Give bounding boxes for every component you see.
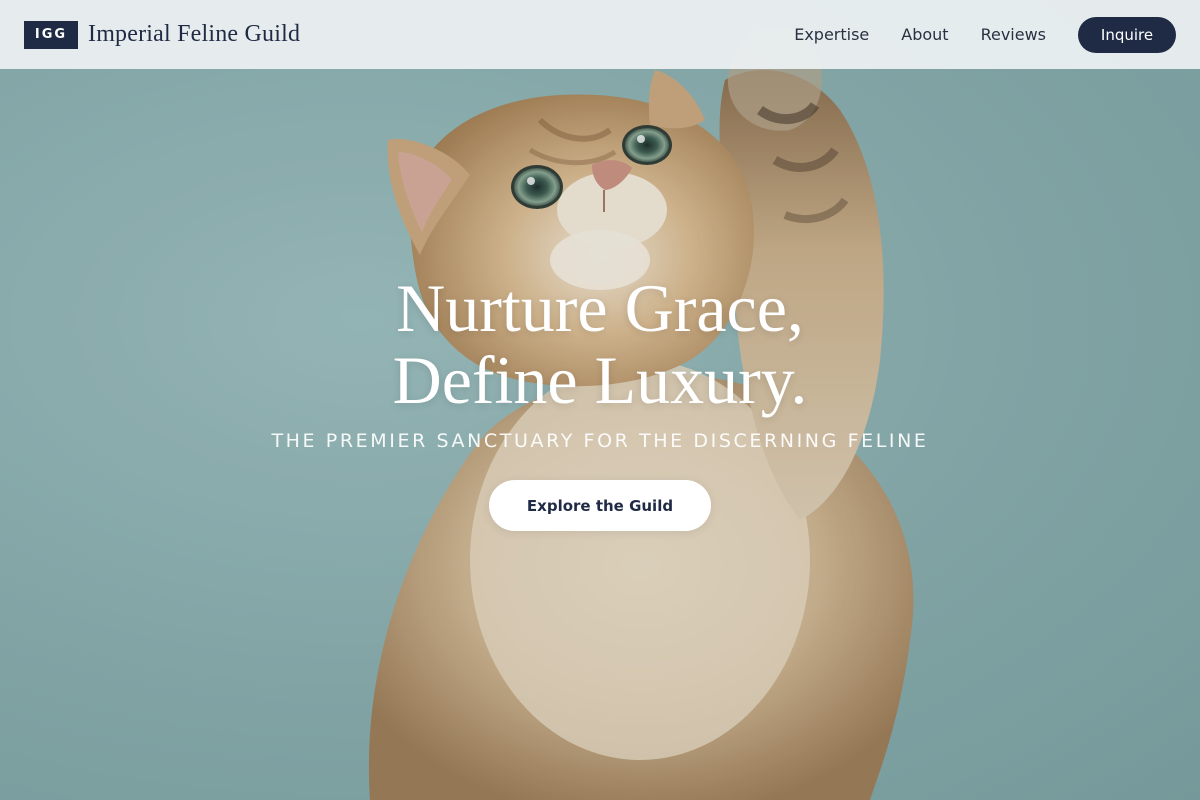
hero-content: Nurture Grace, Define Luxury. THE PREMIE…	[0, 272, 1200, 531]
logo-mark: IGG	[24, 20, 78, 49]
nav-link-expertise[interactable]: Expertise	[794, 25, 869, 44]
explore-guild-button[interactable]: Explore the Guild	[489, 480, 711, 531]
hero-title-line-1: Nurture Grace,	[396, 270, 804, 346]
brand-logo[interactable]: IGG Imperial Feline Guild	[24, 20, 301, 49]
brand-name: Imperial Feline Guild	[88, 21, 301, 47]
hero-title: Nurture Grace, Define Luxury.	[0, 272, 1200, 416]
nav-link-reviews[interactable]: Reviews	[981, 25, 1046, 44]
hero-subtitle: THE PREMIER SANCTUARY FOR THE DISCERNING…	[271, 430, 929, 452]
hero-title-line-2: Define Luxury.	[392, 342, 808, 418]
site-header: IGG Imperial Feline Guild Expertise Abou…	[0, 0, 1200, 69]
nav-link-about[interactable]: About	[901, 25, 948, 44]
inquire-button[interactable]: Inquire	[1078, 16, 1176, 53]
main-nav: Expertise About Reviews Inquire	[794, 16, 1176, 53]
